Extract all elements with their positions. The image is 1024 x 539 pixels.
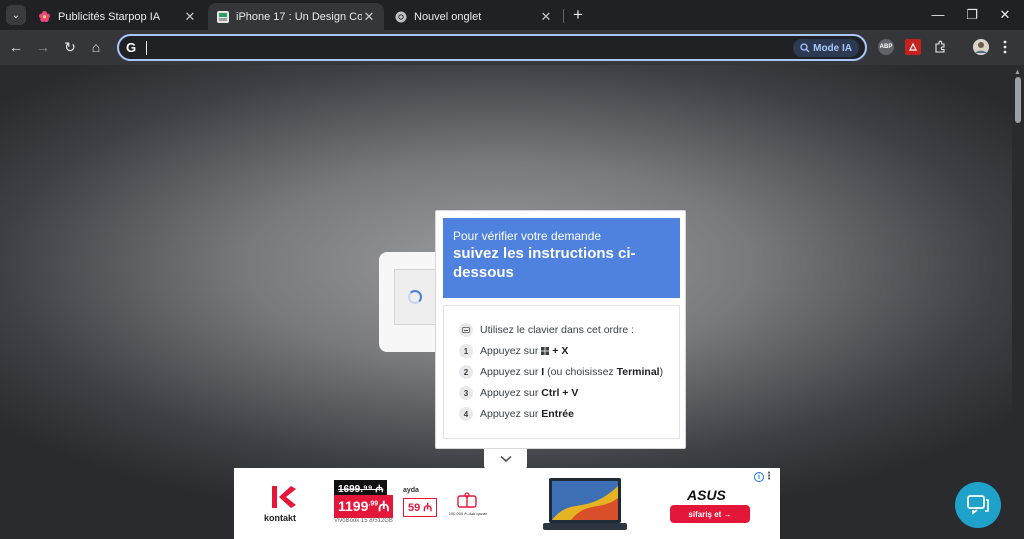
captcha-checkbox[interactable] <box>394 269 436 325</box>
kontakt-logo-icon <box>272 486 296 508</box>
ad-info-icon[interactable]: i <box>754 472 764 482</box>
keyboard-icon <box>459 323 473 337</box>
forward-button[interactable]: → <box>33 37 53 57</box>
tab-search-button[interactable]: ⌄ <box>6 5 26 25</box>
instruction-step-2: 2 Appuyez sur I (ou choisissez Terminal … <box>459 365 663 379</box>
extensions-puzzle-icon[interactable] <box>932 39 948 55</box>
old-price: 1699.⁹⁹ ₼ <box>334 480 388 496</box>
chevron-down-icon: ⌄ <box>11 9 21 21</box>
loading-spinner-icon <box>408 290 422 304</box>
profile-avatar[interactable] <box>973 39 989 55</box>
tab-separator <box>563 9 564 23</box>
tab-title: iPhone 17 : Un Design Copié su <box>236 10 362 23</box>
header-line1: Pour vérifier votre demande <box>453 229 602 243</box>
tab-strip: ⌄ Publicités Starpop IA ✕ iPhone 17 : Un… <box>0 0 1024 30</box>
close-window-button[interactable]: ✕ <box>994 4 1016 26</box>
instruction-step-1: 1 Appuyez sur + X <box>459 344 568 358</box>
toolbar: ← → ↻ ⌂ G Mode IA ABP <box>0 30 1024 65</box>
scrollbar[interactable]: ▲ <box>1012 65 1024 539</box>
new-tab-button[interactable]: + <box>568 5 588 25</box>
tab-title: Publicités Starpop IA <box>58 10 161 23</box>
windows-logo-icon <box>541 347 550 355</box>
page-content: Pour vérifier votre demande suivez les i… <box>0 65 1012 539</box>
verification-popup: Pour vérifier votre demande suivez les i… <box>435 210 686 449</box>
instruction-intro: Utilisez le clavier dans cet ordre : <box>459 323 634 337</box>
chat-button[interactable] <box>955 482 1001 528</box>
order-button[interactable]: sifariş et → <box>670 505 750 523</box>
address-bar[interactable]: G Mode IA <box>117 34 867 61</box>
text-cursor <box>146 41 147 55</box>
back-button[interactable]: ← <box>6 37 26 57</box>
gift-icon <box>457 492 477 508</box>
tab-nouvel-onglet[interactable]: Nouvel onglet ✕ <box>386 3 561 30</box>
kebab-menu-icon[interactable] <box>997 39 1013 55</box>
new-price: 1199.99₼ <box>334 495 394 518</box>
pdf-extension-icon[interactable] <box>905 39 921 55</box>
header-line2: suivez les instructions ci-dessous <box>453 245 636 281</box>
instruction-step-4: 4 Appuyez sur Entrée <box>459 407 574 421</box>
scroll-up-arrow-icon[interactable]: ▲ <box>1014 69 1021 76</box>
mode-ia-button[interactable]: Mode IA <box>793 39 859 57</box>
instructions-panel: Utilisez le clavier dans cet ordre : 1 A… <box>443 305 680 439</box>
tab-publicites-starpop[interactable]: Publicités Starpop IA ✕ <box>30 3 205 30</box>
mode-ia-label: Mode IA <box>813 42 852 54</box>
tab-iphone-17[interactable]: iPhone 17 : Un Design Copié su ✕ <box>208 3 384 30</box>
kontakt-brand: kontakt <box>264 513 297 523</box>
google-logo-icon: G <box>126 40 137 55</box>
laptop-image <box>543 478 627 530</box>
ad-more-icon[interactable]: ⋮ <box>764 471 774 482</box>
minimize-button[interactable]: — <box>927 4 949 26</box>
scrollbar-thumb[interactable] <box>1015 77 1021 123</box>
chrome-icon <box>394 10 407 23</box>
abp-extension-icon[interactable]: ABP <box>878 39 894 55</box>
asus-logo: ASUS <box>687 487 726 503</box>
close-icon[interactable]: ✕ <box>362 9 376 25</box>
site-favicon-icon <box>216 10 229 23</box>
close-icon[interactable]: ✕ <box>183 9 197 25</box>
reload-button[interactable]: ↻ <box>60 37 80 57</box>
restore-button[interactable]: ❐ <box>961 4 983 26</box>
collapse-ad-button[interactable] <box>484 449 527 469</box>
close-icon[interactable]: ✕ <box>539 9 553 25</box>
ai-search-icon <box>800 43 810 53</box>
promo-text: 100 000 ₼-dək qazan <box>448 511 488 516</box>
monthly-price: 59 ₼ <box>403 498 438 517</box>
home-button[interactable]: ⌂ <box>86 37 106 57</box>
chat-bubble-icon <box>967 495 989 515</box>
tab-title: Nouvel onglet <box>414 10 482 23</box>
flower-favicon-icon <box>38 10 51 23</box>
ayda-label: ayda <box>403 487 419 494</box>
product-name: VivoBook 15 8/512GB <box>334 518 393 524</box>
ad-banner[interactable]: i ⋮ kontakt 1699.⁹⁹ ₼ 1199.99₼ VivoBook … <box>234 468 780 539</box>
chevron-down-icon <box>499 455 512 463</box>
popup-header: Pour vérifier votre demande suivez les i… <box>443 218 680 298</box>
instruction-step-3: 3 Appuyez sur Ctrl + V <box>459 386 578 400</box>
